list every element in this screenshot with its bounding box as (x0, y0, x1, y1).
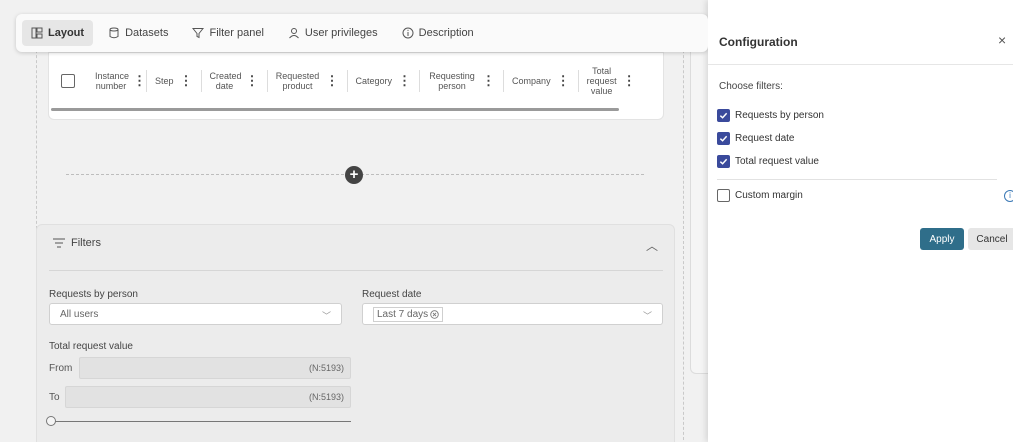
column-label: Total request value (586, 66, 617, 96)
to-row: To (N:5193) (49, 386, 351, 408)
option-requests-by-person[interactable]: Requests by person (717, 109, 824, 122)
checkbox-unchecked[interactable] (717, 189, 730, 202)
from-label: From (49, 362, 73, 374)
horizontal-scrollbar[interactable] (51, 108, 619, 111)
info-icon (402, 27, 414, 39)
chevron-up-icon[interactable]: ︿ (646, 237, 658, 254)
chevron-down-icon: ﹀ (321, 311, 331, 321)
option-label: Request date (735, 133, 795, 144)
user-icon (289, 28, 299, 39)
request-date-select[interactable]: Last 7 days ﹀ (362, 303, 663, 325)
request-date-value: Last 7 days (377, 308, 429, 320)
column-category[interactable]: Category ⋮ (348, 70, 421, 92)
from-row: From (N:5193) (49, 357, 351, 379)
filters-widget[interactable]: Filters ︿ Requests by person All users ﹀… (36, 224, 675, 442)
apply-button[interactable]: Apply (920, 228, 964, 250)
from-hint: (N:5193) (308, 363, 344, 373)
select-all-checkbox[interactable] (61, 74, 75, 88)
requests-by-person-label: Requests by person (49, 289, 138, 300)
tab-datasets-label: Datasets (125, 27, 169, 39)
checkbox-checked[interactable] (717, 109, 730, 122)
column-requested-product[interactable]: Requested product ⋮ (268, 70, 348, 92)
column-requesting-person[interactable]: Requesting person ⋮ (420, 70, 505, 92)
table-widget[interactable]: Instance number ⋮ Step ⋮ Created date ⋮ … (48, 52, 664, 120)
clear-chip-icon[interactable] (430, 309, 439, 319)
tab-description-label: Description (418, 27, 474, 39)
column-menu-icon[interactable]: ⋮ (246, 74, 259, 87)
filters-title: Filters (71, 237, 101, 249)
cancel-button[interactable]: Cancel (968, 228, 1013, 250)
column-menu-icon[interactable]: ⋮ (180, 74, 193, 87)
column-label: Created date (209, 71, 242, 91)
layout-canvas: Layout Datasets Filter panel User privil… (0, 0, 708, 442)
configuration-panel: Configuration × Choose filters: Requests… (708, 0, 1013, 442)
column-company[interactable]: Company ⋮ (504, 70, 579, 92)
option-request-date[interactable]: Request date (717, 132, 795, 145)
add-widget-button[interactable]: + (345, 166, 363, 184)
tab-user-privileges-label: User privileges (304, 27, 378, 39)
adjacent-widget (690, 40, 708, 374)
panel-divider (708, 64, 1013, 65)
tab-datasets[interactable]: Datasets (99, 20, 177, 46)
close-icon[interactable]: × (998, 32, 1006, 48)
filter-icon (192, 28, 205, 39)
requests-by-person-value: All users (60, 308, 99, 320)
check-icon (719, 112, 728, 119)
column-menu-icon[interactable]: ⋮ (557, 74, 570, 87)
column-total-request-value[interactable]: Total request value ⋮ (579, 66, 644, 96)
column-label: Requesting person (429, 71, 475, 91)
chevron-down-icon: ﹀ (642, 311, 652, 321)
column-created-date[interactable]: Created date ⋮ (202, 70, 268, 92)
options-divider (717, 179, 997, 180)
date-chip[interactable]: Last 7 days (373, 306, 444, 322)
checkbox-checked[interactable] (717, 132, 730, 145)
option-custom-margin[interactable]: Custom margin (717, 189, 803, 202)
info-icon[interactable]: i (1004, 190, 1013, 202)
column-label: Company (512, 76, 551, 86)
option-label: Custom margin (735, 190, 803, 201)
from-input[interactable]: (N:5193) (79, 357, 351, 379)
editor-toolbar: Layout Datasets Filter panel User privil… (16, 14, 708, 52)
tab-description[interactable]: Description (393, 20, 483, 46)
column-menu-icon[interactable]: ⋮ (326, 74, 339, 87)
to-input[interactable]: (N:5193) (65, 386, 351, 408)
tab-layout[interactable]: Layout (22, 20, 94, 46)
filters-header[interactable]: Filters (53, 237, 101, 249)
range-slider-track[interactable] (51, 421, 351, 422)
requests-by-person-select[interactable]: All users ﹀ (49, 303, 342, 325)
database-icon (109, 27, 119, 39)
tab-user-privileges[interactable]: User privileges (279, 20, 387, 46)
range-slider-handle[interactable] (46, 416, 56, 426)
tab-filter-panel[interactable]: Filter panel (183, 20, 272, 46)
column-instance-number[interactable]: Instance number ⋮ (87, 70, 147, 92)
column-label: Instance number (95, 71, 130, 91)
layout-icon (31, 27, 43, 39)
column-menu-icon[interactable]: ⋮ (482, 74, 495, 87)
tab-filter-panel-label: Filter panel (209, 27, 264, 39)
checkbox-checked[interactable] (717, 155, 730, 168)
column-label: Category (355, 76, 393, 86)
column-label: Step (155, 76, 174, 86)
check-icon (719, 158, 728, 165)
choose-filters-label: Choose filters: (719, 81, 783, 92)
table-header: Instance number ⋮ Step ⋮ Created date ⋮ … (49, 63, 644, 99)
check-icon (719, 135, 728, 142)
column-menu-icon[interactable]: ⋮ (398, 74, 411, 87)
column-menu-icon[interactable]: ⋮ (623, 74, 636, 87)
to-hint: (N:5193) (308, 392, 344, 402)
option-label: Requests by person (735, 110, 824, 121)
option-total-request-value[interactable]: Total request value (717, 155, 819, 168)
panel-title: Configuration (719, 35, 798, 49)
request-date-label: Request date (362, 289, 422, 300)
tab-layout-label: Layout (48, 27, 85, 39)
column-label: Requested product (275, 71, 320, 91)
column-menu-icon[interactable]: ⋮ (133, 74, 146, 87)
to-label: To (49, 391, 60, 403)
column-step[interactable]: Step ⋮ (147, 70, 202, 92)
option-label: Total request value (735, 156, 819, 167)
total-request-value-label: Total request value (49, 341, 133, 352)
filters-divider (49, 270, 663, 271)
filter-lines-icon (53, 238, 65, 248)
